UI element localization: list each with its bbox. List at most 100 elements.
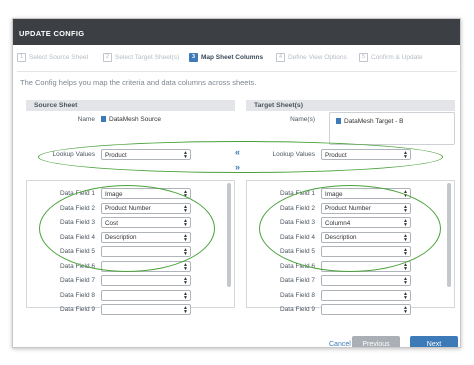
data-field-select[interactable]: ▲ ▼ [321, 304, 411, 315]
description-text: The Config helps you map the criteria an… [20, 78, 257, 87]
select-arrows-icon: ▲ ▼ [403, 189, 408, 199]
select-arrows-icon: ▲ ▼ [183, 232, 188, 243]
data-field-select[interactable]: ▲ ▼ [321, 289, 411, 301]
select-arrows-icon: ▲ ▼ [403, 290, 408, 301]
data-field-select[interactable]: ▲ ▼ [321, 260, 411, 272]
step-number: 5 [359, 53, 368, 62]
data-field-label: Data Field 7 [59, 277, 95, 284]
select-arrows-icon: ▲ ▼ [403, 150, 408, 160]
source-fields-panel [26, 180, 235, 308]
sheet-icon [101, 116, 106, 122]
data-field-label: Data Field 3 [59, 219, 95, 226]
data-field-select[interactable]: ▲ ▼ [101, 289, 191, 301]
wizard-steps: 1 Select Source Sheet 2 Select Target Shee… [17, 53, 457, 67]
step-label: Map Sheet Columns [201, 54, 264, 61]
select-arrows-icon: ▲ ▼ [403, 203, 408, 214]
divider [17, 71, 457, 72]
source-name-text: DataMesh Source [109, 116, 162, 123]
data-field-select[interactable]: ▲ ▼ [321, 275, 411, 286]
select-arrows-icon: ▲ ▼ [183, 150, 188, 160]
step-number: 3 [189, 53, 198, 62]
step-select-source[interactable]: 1 Select Source Sheet [17, 53, 88, 67]
data-field-select[interactable]: Column4 ▲ ▼ [321, 217, 411, 228]
step-map-columns[interactable]: 3 Map Sheet Columns [189, 53, 263, 67]
step-number: 1 [17, 53, 26, 62]
data-field-select[interactable]: ▲ ▼ [101, 304, 191, 315]
select-arrows-icon: ▲ ▼ [183, 261, 188, 272]
select-arrows-icon: ▲ ▼ [403, 232, 408, 243]
data-field-label: Data Field 3 [279, 219, 315, 226]
select-value: Product [325, 151, 347, 159]
select-arrows-icon: ▲ ▼ [183, 305, 188, 315]
data-field-label: Data Field 4 [59, 233, 95, 241]
target-fields-panel [246, 180, 455, 308]
dialog-title: UPDATE CONFIG [13, 19, 460, 45]
data-field-select[interactable]: Description ▲ ▼ [321, 231, 411, 243]
data-field-select[interactable]: Image ▲ ▼ [101, 188, 191, 199]
target-names-box[interactable]: DataMesh Target - B [329, 112, 455, 145]
data-field-label: Data Field 6 [59, 262, 95, 270]
select-arrows-icon: ▲ ▼ [403, 218, 408, 228]
select-arrows-icon: ▲ ▼ [403, 261, 408, 272]
select-value: Product [105, 151, 127, 159]
select-value: Column4 [325, 219, 351, 227]
target-scrollbar[interactable] [447, 183, 451, 287]
target-name-text: DataMesh Target - B [344, 118, 404, 125]
previous-button[interactable]: Previous [352, 336, 400, 347]
select-arrows-icon: ▲ ▼ [403, 305, 408, 315]
next-button[interactable]: Next [410, 336, 458, 347]
step-label: Define View Options [288, 54, 347, 61]
select-arrows-icon: ▲ ▼ [403, 276, 408, 286]
data-field-select[interactable]: ▲ ▼ [101, 246, 191, 257]
data-field-label: Data Field 2 [279, 204, 315, 212]
select-arrows-icon: ▲ ▼ [183, 290, 188, 301]
data-field-select[interactable]: ▲ ▼ [321, 246, 411, 257]
step-select-target[interactable]: 2 Select Target Sheet(s) [103, 53, 179, 67]
target-lookup-select[interactable]: Product ▲ ▼ [321, 149, 411, 160]
data-field-select[interactable]: ▲ ▼ [101, 275, 191, 286]
source-lookup-label: Lookup Values [52, 151, 95, 158]
select-arrows-icon: ▲ ▼ [403, 247, 408, 257]
target-sheet-header: Target Sheet(s) [246, 100, 455, 111]
data-field-label: Data Field 6 [279, 262, 315, 270]
data-field-label: Data Field 9 [279, 306, 315, 313]
chevron-right-icon[interactable]: » [235, 162, 240, 172]
data-field-label: Data Field 1 [279, 190, 315, 197]
data-field-label: Data Field 2 [59, 204, 95, 212]
select-value: Image [325, 190, 343, 198]
select-value: Product Number [325, 205, 371, 212]
sheet-icon [336, 118, 341, 124]
source-name-value: DataMesh Source [101, 116, 161, 123]
source-sheet-header: Source Sheet [26, 100, 235, 111]
target-lookup-label: Lookup Values [272, 151, 315, 158]
source-scrollbar[interactable] [227, 183, 231, 287]
data-field-label: Data Field 7 [279, 277, 315, 284]
data-field-label: Data Field 5 [59, 248, 95, 255]
cancel-button[interactable]: Cancel [329, 341, 351, 347]
data-field-select[interactable]: Image ▲ ▼ [321, 188, 411, 199]
data-field-select[interactable]: Description ▲ ▼ [101, 231, 191, 243]
step-define-view[interactable]: 4 Define View Options [276, 53, 347, 67]
select-arrows-icon: ▲ ▼ [183, 276, 188, 286]
data-field-select[interactable]: Product Number ▲ ▼ [321, 202, 411, 214]
data-field-select[interactable]: Cost ▲ ▼ [101, 217, 191, 228]
step-label: Select Source Sheet [29, 54, 89, 61]
select-arrows-icon: ▲ ▼ [183, 203, 188, 214]
step-label: Confirm & Update [371, 54, 423, 61]
step-number: 4 [276, 53, 285, 62]
select-value: Cost [105, 219, 118, 227]
select-arrows-icon: ▲ ▼ [183, 218, 188, 228]
step-confirm-update[interactable]: 5 Confirm & Update [359, 53, 423, 67]
target-names-label: Name(s) [290, 116, 315, 123]
data-field-select[interactable]: ▲ ▼ [101, 260, 191, 272]
step-number: 2 [103, 53, 112, 62]
chevron-left-icon[interactable]: « [235, 147, 240, 157]
select-arrows-icon: ▲ ▼ [183, 247, 188, 257]
select-arrows-icon: ▲ ▼ [183, 189, 188, 199]
source-lookup-select[interactable]: Product ▲ ▼ [101, 149, 191, 160]
update-config-dialog: UPDATE CONFIG 1 Select Source Sheet 2 Sele… [12, 18, 461, 348]
select-value: Description [105, 234, 137, 241]
data-field-select[interactable]: Product Number ▲ ▼ [101, 202, 191, 214]
select-value: Description [325, 234, 357, 241]
select-value: Product Number [105, 205, 151, 212]
